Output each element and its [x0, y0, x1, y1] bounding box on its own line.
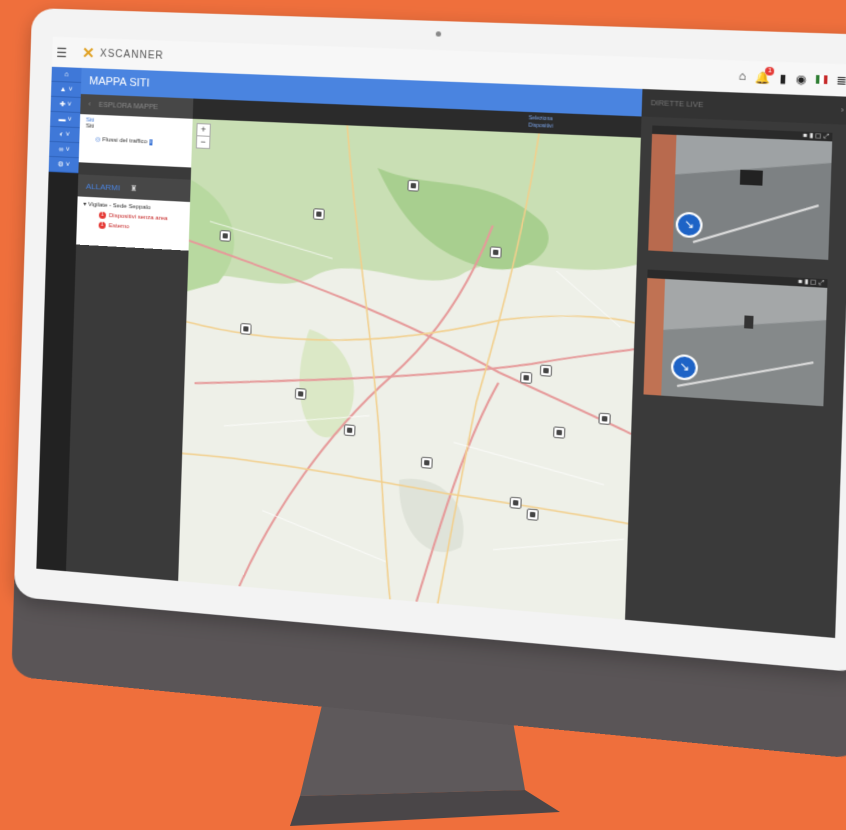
- nav-car-icon[interactable]: ▬ ˅: [50, 112, 80, 128]
- alarm-list: ▾ Vigilate - Sede Seppalo 1 Dispositivi …: [76, 196, 190, 250]
- live-panel-title: DIRETTE LIVE: [651, 99, 704, 108]
- device-marker[interactable]: [407, 180, 419, 192]
- camera-feed-1[interactable]: ■ ▮ ▢ ⤢ ↘: [648, 125, 832, 259]
- nav-link-icon[interactable]: ∞ ˅: [49, 142, 79, 158]
- flag-icon[interactable]: [816, 75, 828, 84]
- alarms-title: ALLARMI: [86, 181, 120, 192]
- device-marker[interactable]: [540, 365, 552, 377]
- monitor-bezel: ☰ ✕ XSCANNER ⌂ 🔔 1 ▮ ◉ ≣ ⌂ ▲ ˅ ✚ ˅ ▬ ˅ ◐ …: [14, 8, 846, 673]
- alarm-item[interactable]: 1 Esterno: [99, 222, 184, 234]
- device-marker[interactable]: [553, 426, 565, 438]
- hamburger-icon[interactable]: ☰: [56, 46, 67, 60]
- map-tiles: [178, 119, 641, 620]
- webcam-icon: [436, 31, 441, 36]
- device-marker[interactable]: [313, 208, 325, 220]
- alarm-label: Dispositivi senza area: [109, 213, 168, 222]
- notification-count: 1: [765, 67, 774, 76]
- top-icons: ⌂ 🔔 1 ▮ ◉ ≣: [738, 70, 846, 88]
- nav-settings-icon[interactable]: ⚙ ˅: [49, 157, 79, 173]
- nav-camera-icon[interactable]: ◐ ˅: [50, 127, 80, 143]
- live-panel: DIRETTE LIVE › ■ ▮ ▢ ⤢ ↘ ■ ▮ ▢ ⤢ ↘: [625, 89, 846, 638]
- alarm-count: 1: [99, 212, 106, 219]
- nav-arrow-icon[interactable]: ✚ ˅: [51, 97, 81, 113]
- alarm-person-icon: ♜: [130, 183, 137, 192]
- explore-panel: ‹ ESPLORA MAPPE Siti Siti ◎ Flussi del t…: [66, 94, 193, 581]
- user-icon[interactable]: ◉: [795, 72, 806, 86]
- zoom-control: + −: [196, 123, 211, 149]
- device-marker[interactable]: [526, 508, 538, 520]
- zoom-in-button[interactable]: +: [197, 124, 210, 136]
- logo-text: XSCANNER: [100, 48, 164, 61]
- nav-home-icon[interactable]: ⌂: [51, 67, 81, 83]
- alarm-group-label: Vigilate - Sede Seppalo: [88, 202, 151, 211]
- explore-panel-title: ESPLORA MAPPE: [99, 101, 159, 110]
- site-selector: Siti Siti ◎ Flussi del traffico i: [79, 114, 193, 167]
- info-icon[interactable]: i: [149, 139, 153, 145]
- device-marker[interactable]: [295, 388, 307, 400]
- monitor: ☰ ✕ XSCANNER ⌂ 🔔 1 ▮ ◉ ≣ ⌂ ▲ ˅ ✚ ˅ ▬ ˅ ◐ …: [14, 8, 846, 673]
- device-filter[interactable]: Seleziona Dispositivi: [528, 115, 553, 131]
- back-icon[interactable]: ‹: [88, 101, 91, 108]
- map[interactable]: + −: [178, 119, 641, 620]
- device-marker[interactable]: [421, 457, 433, 469]
- camera-image: [648, 134, 832, 260]
- badge-icon[interactable]: ▮: [779, 72, 786, 86]
- chevron-right-icon[interactable]: ›: [841, 107, 844, 115]
- logo-icon: ✕: [82, 44, 95, 63]
- menu-icon[interactable]: ≣: [836, 74, 846, 88]
- alarm-label: Esterno: [109, 223, 130, 230]
- page-title: MAPPA SITI: [89, 75, 150, 89]
- nav-bell-icon[interactable]: ▲ ˅: [51, 82, 81, 98]
- device-marker[interactable]: [510, 497, 522, 509]
- layer-item[interactable]: ◎ Flussi del traffico i: [95, 136, 186, 147]
- zoom-out-button[interactable]: −: [197, 135, 210, 148]
- device-marker[interactable]: [598, 413, 610, 425]
- device-marker[interactable]: [490, 246, 502, 258]
- device-marker[interactable]: [219, 230, 231, 242]
- device-marker[interactable]: [344, 424, 356, 436]
- camera-image: [643, 278, 827, 406]
- home-icon[interactable]: ⌂: [738, 70, 746, 84]
- app-window: ☰ ✕ XSCANNER ⌂ 🔔 1 ▮ ◉ ≣ ⌂ ▲ ˅ ✚ ˅ ▬ ˅ ◐ …: [36, 37, 846, 638]
- device-marker[interactable]: [240, 323, 252, 335]
- layer-item-label: Flussi del traffico: [102, 137, 147, 145]
- notification-icon[interactable]: 🔔 1: [755, 71, 771, 85]
- layer-icon: ◎: [95, 137, 100, 143]
- device-marker[interactable]: [520, 372, 532, 384]
- camera-feed-2[interactable]: ■ ▮ ▢ ⤢ ↘: [643, 270, 827, 407]
- alarm-count: 1: [99, 222, 106, 229]
- device-filter-value: Dispositivi: [528, 122, 553, 130]
